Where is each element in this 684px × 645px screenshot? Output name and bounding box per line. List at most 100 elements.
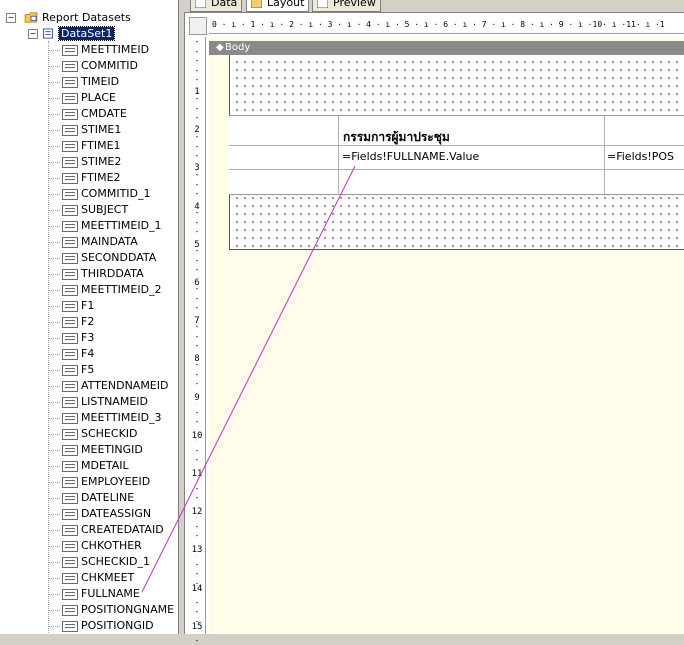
field-label: STIME2: [81, 155, 122, 168]
tree-connector: [49, 386, 60, 387]
field-item[interactable]: F2: [0, 314, 178, 330]
field-item[interactable]: LISTNAMEID: [0, 394, 178, 410]
detail-position-cell[interactable]: =Fields!POS: [605, 146, 684, 170]
field-item[interactable]: DATEASSIGN: [0, 506, 178, 522]
field-icon: [62, 493, 78, 504]
field-item[interactable]: THIRDDATA: [0, 266, 178, 282]
collapse-icon[interactable]: −: [6, 13, 16, 23]
body-section-bar[interactable]: ◆ Body: [209, 41, 684, 55]
tree-connector: [49, 530, 60, 531]
field-item[interactable]: ATTENDNAMEID: [0, 378, 178, 394]
field-item[interactable]: SCHECKID_1: [0, 554, 178, 570]
ruler-number: 8: [191, 354, 203, 365]
field-label: DATEASSIGN: [81, 507, 152, 520]
tree-connector: [49, 594, 60, 595]
field-item[interactable]: FTIME2: [0, 170, 178, 186]
report-designer[interactable]: 0 · ı · 1 · ı · 2 · ı · 3 · ı · 4 · ı · …: [184, 13, 684, 645]
tree-dataset-row[interactable]: − DataSet1: [0, 26, 178, 42]
ruler-tick: -: [194, 493, 200, 502]
detail-fullname-cell[interactable]: =Fields!FULLNAME.Value: [339, 146, 605, 170]
field-label: F1: [81, 299, 95, 312]
field-item[interactable]: F5: [0, 362, 178, 378]
field-item[interactable]: CREATEDATAID: [0, 522, 178, 538]
field-icon: [62, 77, 78, 88]
field-item[interactable]: SUBJECT: [0, 202, 178, 218]
field-item[interactable]: F1: [0, 298, 178, 314]
collapse-icon[interactable]: −: [28, 29, 38, 39]
field-item[interactable]: CMDATE: [0, 106, 178, 122]
report-table[interactable]: กรรมการผู้มาประชุม =Fields!FULLNAME.Valu…: [229, 115, 684, 195]
field-item[interactable]: MAINDATA: [0, 234, 178, 250]
field-item[interactable]: POSITIONGNAME: [0, 602, 178, 618]
field-item[interactable]: MDETAIL: [0, 458, 178, 474]
tree-connector: [49, 66, 60, 67]
field-label: POSITIONGID: [81, 619, 154, 632]
tree-connector: [49, 418, 60, 419]
table-cell[interactable]: [229, 170, 339, 194]
field-item[interactable]: F3: [0, 330, 178, 346]
tree-connector: [49, 306, 60, 307]
position-expression: =Fields!POS: [607, 150, 675, 163]
field-label: MEETTIMEID: [81, 43, 150, 56]
field-item[interactable]: TIMEID: [0, 74, 178, 90]
field-item[interactable]: COMMITID: [0, 58, 178, 74]
field-item[interactable]: COMMITID_1: [0, 186, 178, 202]
field-item[interactable]: PLACE: [0, 90, 178, 106]
ruler-number: 2: [191, 125, 203, 136]
field-icon: [62, 589, 78, 600]
field-label: TIMEID: [81, 75, 120, 88]
field-item[interactable]: F4: [0, 346, 178, 362]
field-item[interactable]: STIME2: [0, 154, 178, 170]
tree-connector: [49, 226, 60, 227]
table-cell[interactable]: [605, 116, 684, 146]
field-item[interactable]: MEETTIMEID: [0, 42, 178, 58]
field-item[interactable]: MEETINGID: [0, 442, 178, 458]
dataset-icon: [42, 28, 54, 39]
field-item[interactable]: STIME1: [0, 122, 178, 138]
ruler-tick: -: [194, 227, 200, 236]
field-item[interactable]: SECONDDATA: [0, 250, 178, 266]
report-datasets-icon: [24, 12, 38, 23]
field-item[interactable]: MEETTIMEID_3: [0, 410, 178, 426]
table-cell[interactable]: [339, 170, 605, 194]
field-icon: [62, 109, 78, 120]
ruler-tick: -: [194, 189, 200, 198]
field-icon: [62, 349, 78, 360]
table-cell[interactable]: [605, 170, 684, 194]
field-icon: [62, 397, 78, 408]
report-canvas[interactable]: ◆ Body กรรมการผู้มาประชุม =Fields!FULLNA…: [209, 37, 684, 634]
field-item[interactable]: POSITIONGID: [0, 618, 178, 634]
tab-data[interactable]: Data: [190, 0, 243, 12]
field-item[interactable]: DATELINE: [0, 490, 178, 506]
field-item[interactable]: FULLNAME: [0, 586, 178, 602]
dataset-label: DataSet1: [57, 26, 116, 41]
tree-connector: [49, 178, 60, 179]
field-item[interactable]: MEETTIMEID_1: [0, 218, 178, 234]
field-icon: [62, 605, 78, 616]
field-item[interactable]: CHKMEET: [0, 570, 178, 586]
ruler-number: 6: [191, 278, 203, 288]
table-header-cell[interactable]: กรรมการผู้มาประชุม: [339, 116, 605, 146]
field-item[interactable]: FTIME1: [0, 138, 178, 154]
field-item[interactable]: MEETTIMEID_2: [0, 282, 178, 298]
field-icon: [62, 237, 78, 248]
field-label: MEETTIMEID_1: [81, 219, 162, 232]
field-label: POSITIONGNAME: [81, 603, 175, 616]
tab-preview[interactable]: Preview: [312, 0, 381, 12]
table-cell[interactable]: [229, 116, 339, 146]
field-item[interactable]: EMPLOYEEID: [0, 474, 178, 490]
report-datasets-tree[interactable]: − Report Datasets − DataSet1 MEETTIMEID C…: [0, 0, 179, 634]
field-icon: [62, 61, 78, 72]
ruler-tick: -: [194, 445, 200, 455]
ruler-tick: -: [194, 217, 200, 227]
tab-layout[interactable]: Layout: [246, 0, 310, 12]
table-cell[interactable]: [229, 146, 339, 170]
ruler-tick: -: [194, 597, 200, 607]
tree-connector: [49, 258, 60, 259]
ruler-number: 11: [191, 469, 203, 479]
tree-root-row[interactable]: − Report Datasets: [0, 10, 178, 26]
field-icon: [62, 125, 78, 136]
field-item[interactable]: SCHECKID: [0, 426, 178, 442]
field-item[interactable]: CHKOTHER: [0, 538, 178, 554]
ruler-number: 1: [191, 87, 203, 97]
